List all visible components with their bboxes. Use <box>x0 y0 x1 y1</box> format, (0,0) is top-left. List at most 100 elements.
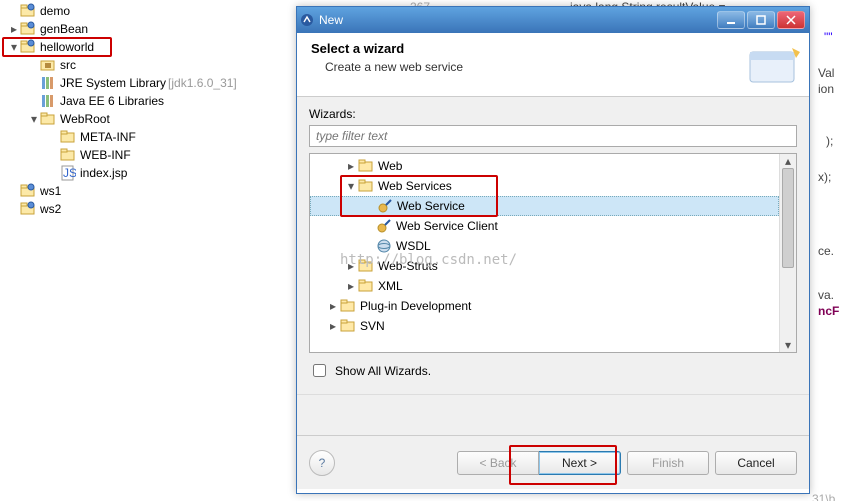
banner-title: Select a wizard <box>311 41 725 56</box>
twisty-icon[interactable]: ▸ <box>326 319 340 333</box>
wizard-label: Web Service Client <box>394 219 498 233</box>
folder-closed-icon <box>340 318 356 334</box>
explorer-item-index-jsp[interactable]: index.jsp <box>4 164 296 182</box>
show-all-wizards[interactable]: Show All Wizards. <box>309 353 797 384</box>
wizard-item-web-struts[interactable]: ▸ Web-Struts <box>310 256 779 276</box>
project-open-icon <box>20 183 36 199</box>
wizard-item-wsdl[interactable]: WSDL <box>310 236 779 256</box>
explorer-item-webroot[interactable]: ▾ WebRoot <box>4 110 296 128</box>
finish-button[interactable]: Finish <box>627 451 709 475</box>
twisty-icon[interactable]: ▸ <box>344 279 358 293</box>
tree-label: WebRoot <box>58 112 110 126</box>
code-line: 31\b <box>812 492 835 501</box>
show-all-label: Show All Wizards. <box>335 364 431 378</box>
wizard-item-plug-in-development[interactable]: ▸Plug-in Development <box>310 296 779 316</box>
tree-label: ws2 <box>38 202 61 216</box>
library-icon <box>40 93 56 109</box>
vertical-scrollbar[interactable]: ▴ ▾ <box>779 154 796 352</box>
code-line: "" <box>824 30 833 44</box>
help-button[interactable]: ? <box>309 450 335 476</box>
twisty-icon[interactable]: ▾ <box>28 112 40 126</box>
code-line: ); <box>826 134 833 148</box>
code-line: ncF <box>818 304 839 318</box>
project-open-icon <box>20 21 36 37</box>
dialog-title: New <box>317 13 717 27</box>
explorer-item-jre-system-library[interactable]: JRE System Library[jdk1.6.0_31] <box>4 74 296 92</box>
wizard-label: Web Services <box>376 179 452 193</box>
dialog-title-icon <box>297 13 317 27</box>
tree-decoration: [jdk1.6.0_31] <box>166 76 237 90</box>
project-open-icon <box>20 3 36 19</box>
wizard-item-web[interactable]: ▸ Web <box>310 156 779 176</box>
library-icon <box>40 75 56 91</box>
wizard-item-web-service[interactable]: Web Service <box>310 196 779 216</box>
wsdl-icon <box>376 238 392 254</box>
scroll-down-arrow[interactable]: ▾ <box>780 338 796 352</box>
cancel-button[interactable]: Cancel <box>715 451 797 475</box>
folder-open-icon <box>40 111 56 127</box>
scroll-up-arrow[interactable]: ▴ <box>780 154 796 168</box>
code-line: ion <box>818 82 834 96</box>
explorer-item-java-ee-6-libraries[interactable]: Java EE 6 Libraries <box>4 92 296 110</box>
wizard-label: XML <box>376 279 403 293</box>
filter-input[interactable] <box>309 125 797 147</box>
maximize-button[interactable] <box>747 11 775 29</box>
wizard-label: Web-Struts <box>376 259 438 273</box>
tree-label: index.jsp <box>78 166 127 180</box>
tree-label: ws1 <box>38 184 61 198</box>
folder-open-icon <box>358 178 374 194</box>
tree-label: genBean <box>38 22 88 36</box>
twisty-icon[interactable]: ▸ <box>8 22 20 36</box>
folder-closed-icon <box>340 298 356 314</box>
dialog-titlebar[interactable]: New <box>297 7 809 33</box>
project-open-icon <box>20 201 36 217</box>
wizards-label: Wizards: <box>309 107 797 121</box>
folder-open-icon <box>60 129 76 145</box>
explorer-item-demo[interactable]: demo <box>4 2 296 20</box>
code-line: x); <box>818 170 831 184</box>
explorer-item-src[interactable]: src <box>4 56 296 74</box>
minimize-button[interactable] <box>717 11 745 29</box>
twisty-icon[interactable]: ▸ <box>344 259 358 273</box>
folder-open-icon <box>60 147 76 163</box>
code-line: Val <box>818 66 834 80</box>
wizard-item-xml[interactable]: ▸ XML <box>310 276 779 296</box>
twisty-icon[interactable]: ▸ <box>344 159 358 173</box>
wizard-item-icon <box>377 198 393 214</box>
twisty-icon[interactable]: ▸ <box>326 299 340 313</box>
wizard-item-web-services[interactable]: ▾ Web Services <box>310 176 779 196</box>
explorer-item-genbean[interactable]: ▸ genBean <box>4 20 296 38</box>
explorer-item-meta-inf[interactable]: META-INF <box>4 128 296 146</box>
explorer-item-ws2[interactable]: ws2 <box>4 200 296 218</box>
wizard-item-svn[interactable]: ▸ SVN <box>310 316 779 336</box>
back-button[interactable]: < Back <box>457 451 539 475</box>
explorer-item-ws1[interactable]: ws1 <box>4 182 296 200</box>
twisty-icon[interactable]: ▾ <box>8 40 20 54</box>
tree-label: META-INF <box>78 130 136 144</box>
scroll-thumb[interactable] <box>782 168 794 268</box>
code-line: ce. <box>818 244 834 258</box>
project-explorer[interactable]: demo▸genBean▾helloworldsrcJRE System Lib… <box>0 0 300 501</box>
wizard-label: SVN <box>358 319 385 333</box>
tree-label: WEB-INF <box>78 148 131 162</box>
twisty-icon[interactable]: ▾ <box>344 179 358 193</box>
next-button[interactable]: Next > <box>539 451 621 475</box>
back-next-group: < Back Next > <box>451 451 621 475</box>
code-line: va. <box>818 288 834 302</box>
tree-label: demo <box>38 4 70 18</box>
wizard-label: WSDL <box>394 239 431 253</box>
new-wizard-dialog: New Select a wizard Create a new web ser… <box>296 6 810 494</box>
dialog-banner: Select a wizard Create a new web service <box>297 33 809 97</box>
wizard-item-web-service-client[interactable]: Web Service Client <box>310 216 779 236</box>
dialog-footer: ? < Back Next > Finish Cancel <box>297 435 809 489</box>
project-open-icon <box>20 39 36 55</box>
wizard-tree[interactable]: ▸ Web ▾ Web Services Web Service Web Service … <box>309 153 797 353</box>
explorer-item-helloworld[interactable]: ▾helloworld <box>4 38 296 56</box>
tree-label: JRE System Library <box>58 76 166 90</box>
close-button[interactable] <box>777 11 805 29</box>
explorer-item-web-inf[interactable]: WEB-INF <box>4 146 296 164</box>
banner-image <box>739 33 809 96</box>
show-all-checkbox[interactable] <box>313 364 326 377</box>
package-folder-icon <box>40 57 56 73</box>
wizard-label: Web <box>376 159 402 173</box>
